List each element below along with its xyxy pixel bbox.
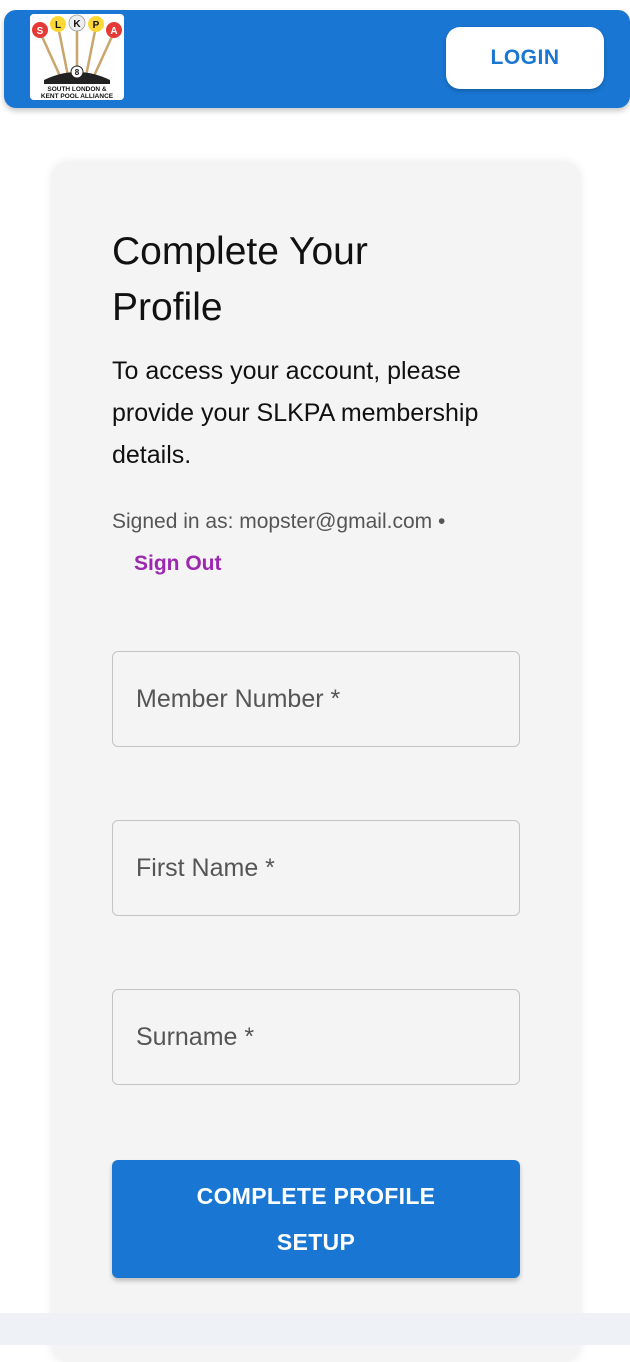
intro-text: To access your account, please provide y… (112, 357, 479, 469)
logo-graphic: S L K P A 8 SOUTH LONDON & KENT POOL ALL… (30, 14, 124, 100)
logo-letter-1: S (37, 26, 44, 37)
surname-input[interactable] (113, 990, 519, 1084)
app-bar: S L K P A 8 SOUTH LONDON & KENT POOL ALL… (4, 10, 630, 108)
signed-in-text: Signed in as: mopster@gmail.com • (112, 510, 446, 533)
logo-caption-1: SOUTH LONDON & (47, 86, 107, 93)
logo-letter-2: L (55, 20, 61, 31)
logo-ball-number: 8 (75, 68, 80, 77)
profile-card: Complete Your Profile To access your acc… (52, 162, 580, 1362)
footer-strip (0, 1313, 630, 1345)
slkpa-logo[interactable]: S L K P A 8 SOUTH LONDON & KENT POOL ALL… (30, 14, 124, 100)
logo-letter-3: K (73, 19, 81, 30)
sign-out-link[interactable]: Sign Out (134, 552, 222, 576)
first-name-field[interactable] (112, 820, 520, 916)
member-number-input[interactable] (113, 652, 519, 746)
logo-letter-4: P (93, 20, 100, 31)
login-button[interactable]: LOGIN (446, 27, 604, 89)
first-name-input[interactable] (113, 821, 519, 915)
page-title: Complete Your Profile (112, 230, 368, 329)
surname-field[interactable] (112, 989, 520, 1085)
member-number-field[interactable] (112, 651, 520, 747)
logo-caption-2: KENT POOL ALLIANCE (41, 93, 114, 100)
complete-profile-button[interactable]: COMPLETE PROFILE SETUP (112, 1160, 520, 1278)
logo-letter-5: A (110, 26, 117, 37)
